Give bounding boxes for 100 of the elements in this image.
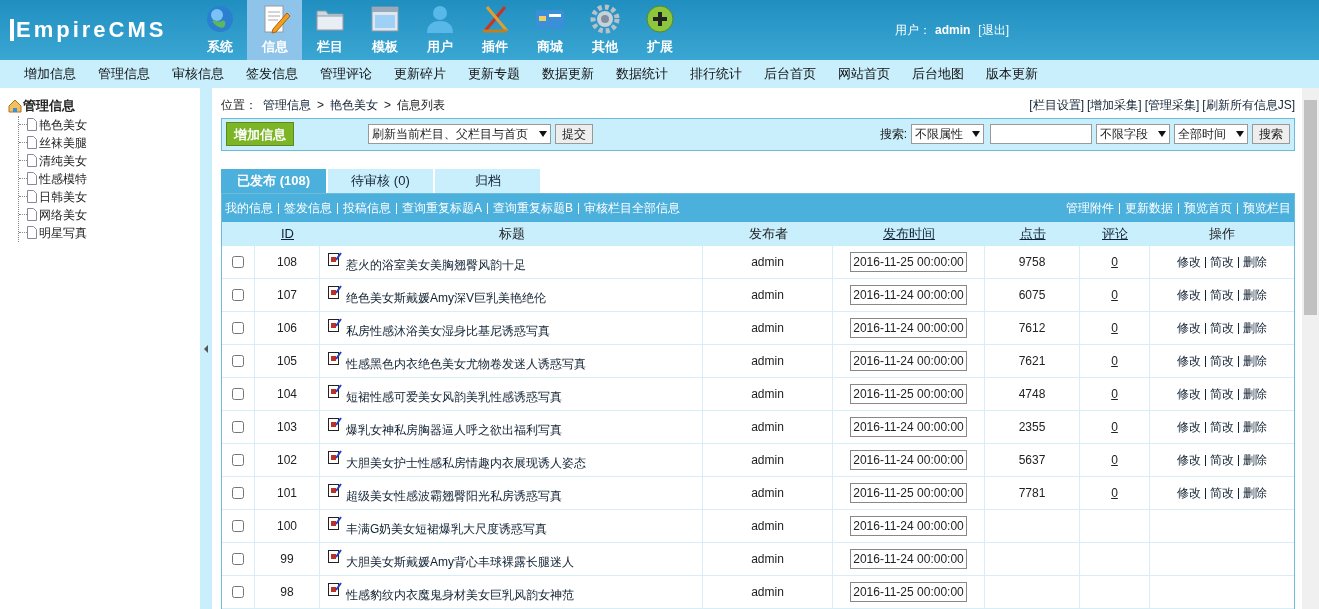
tree-item[interactable]: 丝袜美腿 <box>39 133 87 152</box>
tab[interactable]: 待审核 (0) <box>328 169 433 193</box>
row-checkbox[interactable] <box>232 586 244 598</box>
edit-document-icon[interactable] <box>328 417 342 431</box>
tab[interactable]: 归档 <box>435 169 540 193</box>
search-field[interactable] <box>990 124 1092 145</box>
menu-link[interactable]: 版本更新 <box>986 64 1038 84</box>
date-field[interactable]: 2016-11-24 00:00:00 <box>850 417 967 437</box>
action-link[interactable]: 删除 <box>1243 352 1267 370</box>
scrollbar[interactable] <box>1302 88 1319 609</box>
action-link[interactable]: 删除 <box>1243 418 1267 436</box>
comments-link[interactable]: 0 <box>1111 418 1118 436</box>
action-link[interactable]: 简改 <box>1210 319 1234 337</box>
edit-document-icon[interactable] <box>328 450 342 464</box>
tree-item[interactable]: 日韩美女 <box>39 187 87 206</box>
breadcrumb-link[interactable]: 管理信息 <box>263 96 311 115</box>
date-field[interactable]: 2016-11-25 00:00:00 <box>850 582 967 602</box>
column-header[interactable]: 发布时间 <box>883 226 935 242</box>
action-link[interactable]: 删除 <box>1243 286 1267 304</box>
row-checkbox[interactable] <box>232 355 244 367</box>
column-header[interactable]: ID <box>281 226 294 242</box>
title-link[interactable]: 大胆美女护士性感私房情趣内衣展现诱人姿态 <box>346 454 586 472</box>
action-link[interactable]: 简改 <box>1210 418 1234 436</box>
action-link[interactable]: 删除 <box>1243 385 1267 403</box>
edit-document-icon[interactable] <box>328 384 342 398</box>
header-link[interactable]: [管理采集] <box>1144 96 1200 115</box>
breadcrumb-link[interactable]: 艳色美女 <box>330 96 378 115</box>
date-field[interactable]: 2016-11-25 00:00:00 <box>850 252 967 272</box>
comments-link[interactable]: 0 <box>1111 451 1118 469</box>
field-select[interactable]: 不限字段 <box>1096 124 1170 145</box>
comments-link[interactable]: 0 <box>1111 385 1118 403</box>
title-link[interactable]: 性感豹纹内衣魔鬼身材美女巨乳风韵女神范 <box>346 586 574 604</box>
tree-item[interactable]: 性感模特 <box>39 169 87 188</box>
menu-link[interactable]: 后台地图 <box>912 64 964 84</box>
edit-document-icon[interactable] <box>328 285 342 299</box>
action-link[interactable]: 简改 <box>1210 286 1234 304</box>
title-link[interactable]: 大胆美女斯戴媛Amy背心丰球裸露长腿迷人 <box>346 553 574 571</box>
edit-document-icon[interactable] <box>328 516 342 530</box>
tree-item[interactable]: 艳色美女 <box>39 115 87 134</box>
action-link[interactable]: 修改 <box>1177 352 1201 370</box>
title-link[interactable]: 超级美女性感波霸翘臀阳光私房诱惑写真 <box>346 487 562 505</box>
header-link[interactable]: [刷新所有信息JS] <box>1202 96 1295 115</box>
search-button[interactable]: 搜索 <box>1252 124 1290 145</box>
date-field[interactable]: 2016-11-24 00:00:00 <box>850 318 967 338</box>
action-link[interactable]: 简改 <box>1210 484 1234 502</box>
date-field[interactable]: 2016-11-24 00:00:00 <box>850 351 967 371</box>
title-link[interactable]: 私房性感沐浴美女湿身比基尼诱惑写真 <box>346 322 550 340</box>
edit-document-icon[interactable] <box>328 549 342 563</box>
edit-document-icon[interactable] <box>328 483 342 497</box>
row-checkbox[interactable] <box>232 322 244 334</box>
tree-item[interactable]: 清纯美女 <box>39 151 87 170</box>
attribute-select[interactable]: 不限属性 <box>911 124 984 145</box>
menu-link[interactable]: 更新碎片 <box>394 64 446 84</box>
edit-document-icon[interactable] <box>328 252 342 266</box>
title-link[interactable]: 惹火的浴室美女美胸翘臀风韵十足 <box>346 256 526 274</box>
edit-document-icon[interactable] <box>328 318 342 332</box>
action-link[interactable]: 修改 <box>1177 385 1201 403</box>
refresh-select[interactable]: 刷新当前栏目、父栏目与首页 <box>368 124 551 145</box>
row-checkbox[interactable] <box>232 520 244 532</box>
header-link[interactable]: [栏目设置] <box>1029 96 1084 115</box>
row-checkbox[interactable] <box>232 388 244 400</box>
comments-link[interactable]: 0 <box>1111 319 1118 337</box>
tree-root[interactable]: 管理信息 <box>23 96 75 116</box>
menu-link[interactable]: 网站首页 <box>838 64 890 84</box>
header-link[interactable]: [增加采集] <box>1087 96 1142 115</box>
title-link[interactable]: 丰满G奶美女短裙爆乳大尺度诱惑写真 <box>346 520 548 538</box>
comments-link[interactable]: 0 <box>1111 253 1118 271</box>
row-checkbox[interactable] <box>232 256 244 268</box>
comments-link[interactable]: 0 <box>1111 484 1118 502</box>
comments-link[interactable]: 0 <box>1111 352 1118 370</box>
menu-link[interactable]: 审核信息 <box>172 64 224 84</box>
date-field[interactable]: 2016-11-25 00:00:00 <box>850 483 967 503</box>
row-checkbox[interactable] <box>232 553 244 565</box>
action-link[interactable]: 修改 <box>1177 418 1201 436</box>
edit-document-icon[interactable] <box>328 582 342 596</box>
action-link[interactable]: 删除 <box>1243 451 1267 469</box>
action-link[interactable]: 修改 <box>1177 253 1201 271</box>
title-link[interactable]: 绝色美女斯戴媛Amy深V巨乳美艳绝伦 <box>346 289 546 307</box>
menu-link[interactable]: 管理信息 <box>98 64 150 84</box>
menu-link[interactable]: 增加信息 <box>24 64 76 84</box>
submit-button[interactable]: 提交 <box>555 124 593 145</box>
action-link[interactable]: 修改 <box>1177 484 1201 502</box>
date-field[interactable]: 2016-11-24 00:00:00 <box>850 450 967 470</box>
comments-link[interactable]: 0 <box>1111 286 1118 304</box>
title-link[interactable]: 爆乳女神私房胸器逼人呼之欲出福利写真 <box>346 421 562 439</box>
action-link[interactable]: 简改 <box>1210 385 1234 403</box>
tree-item[interactable]: 网络美女 <box>39 205 87 224</box>
action-link[interactable]: 简改 <box>1210 352 1234 370</box>
column-header[interactable]: 点击 <box>1019 226 1046 242</box>
date-field[interactable]: 2016-11-25 00:00:00 <box>850 384 967 404</box>
edit-document-icon[interactable] <box>328 351 342 365</box>
menu-link[interactable]: 后台首页 <box>764 64 816 84</box>
action-link[interactable]: 删除 <box>1243 253 1267 271</box>
title-link[interactable]: 性感黑色内衣绝色美女尤物卷发迷人诱惑写真 <box>346 355 586 373</box>
column-header[interactable]: 评论 <box>1102 226 1128 242</box>
action-link[interactable]: 删除 <box>1243 484 1267 502</box>
action-link[interactable]: 简改 <box>1210 253 1234 271</box>
row-checkbox[interactable] <box>232 289 244 301</box>
date-field[interactable]: 2016-11-24 00:00:00 <box>850 285 967 305</box>
date-field[interactable]: 2016-11-24 00:00:00 <box>850 516 967 536</box>
